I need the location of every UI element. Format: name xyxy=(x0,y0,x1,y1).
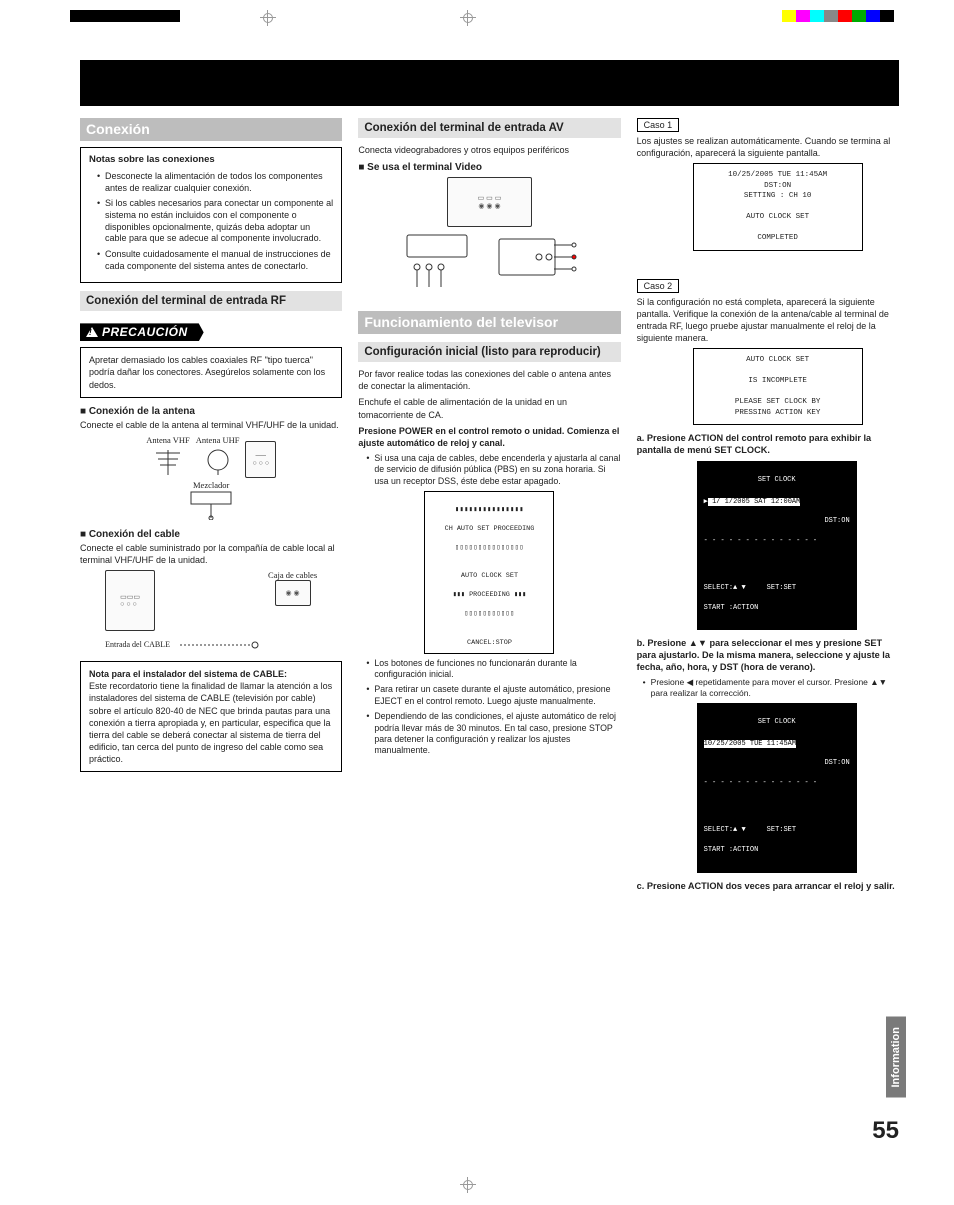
section-conexion: Conexión xyxy=(80,118,342,141)
config-p2: Enchufe el cable de alimentación de la u… xyxy=(358,396,620,420)
video-terminal-heading: Se usa el terminal Video xyxy=(358,162,620,173)
subsection-config: Configuración inicial (listo para reprod… xyxy=(358,342,620,362)
osd-incomplete: AUTO CLOCK SET IS INCOMPLETE PLEASE SET … xyxy=(693,348,863,425)
step-b-sub: Presione ◀ repetidamente para mover el c… xyxy=(637,677,899,699)
section-funcionamiento: Funcionamiento del televisor xyxy=(358,311,620,334)
print-registration-top xyxy=(0,8,954,28)
step-a: a. Presione ACTION del control remoto pa… xyxy=(637,433,899,457)
cable-body: Conecte el cable suministrado por la com… xyxy=(80,542,342,566)
notas-box: Notas sobre las conexiones Desconecte la… xyxy=(80,147,342,283)
print-registration-bottom xyxy=(0,1177,954,1197)
nota-item: Si los cables necesarios para conectar u… xyxy=(97,198,333,245)
config-note: Para retirar un casete durante el ajuste… xyxy=(366,684,620,707)
antenna-heading: Conexión de la antena xyxy=(80,406,342,417)
antenna-body: Conecte el cable de la antena al termina… xyxy=(80,419,342,431)
caution-body: Apretar demasiado los cables coaxiales R… xyxy=(80,347,342,397)
page-number: 55 xyxy=(872,1117,899,1145)
case-2-label: Caso 2 xyxy=(637,279,680,293)
config-note: Dependiendo de las condiciones, el ajust… xyxy=(366,711,620,757)
side-tab-information: Information xyxy=(886,1017,906,1098)
installer-note: Nota para el instalador del sistema de C… xyxy=(80,661,342,772)
nota-item: Consulte cuidadosamente el manual de ins… xyxy=(97,249,333,272)
case-2-body: Si la configuración no está completa, ap… xyxy=(637,296,899,345)
cable-heading: Conexión del cable xyxy=(80,529,342,540)
subsection-rf: Conexión del terminal de entrada RF xyxy=(80,291,342,311)
step-b: b. Presione ▲▼ para seleccionar el mes y… xyxy=(637,638,899,674)
antenna-diagram: Antena VHF Antena UHF ⎯⎯⎯○ ○ ○ Mezclador xyxy=(80,435,342,523)
step-c: c. Presione ACTION dos veces para arranc… xyxy=(637,881,899,893)
subsection-av: Conexión del terminal de entrada AV xyxy=(358,118,620,138)
config-p1: Por favor realice todas las conexiones d… xyxy=(358,368,620,392)
osd-auto-proceeding: ▮▮▮▮▮▮▮▮▮▮▮▮▮▮▮ CH AUTO SET PROCEEDING ▯… xyxy=(424,491,554,653)
osd-completed: 10/25/2005 TUE 11:45AM DST:ON SETTING : … xyxy=(693,163,863,251)
osd-set-clock-b: SET CLOCK 10/25/2005 TUE 11:45AM DST:ON … xyxy=(697,703,857,872)
case-1-body: Los ajustes se realizan automáticamente.… xyxy=(637,135,899,159)
config-note: Si usa una caja de cables, debe encender… xyxy=(366,453,620,487)
caution-badge: PRECAUCIÓN xyxy=(80,323,204,341)
color-swatches xyxy=(782,10,894,22)
case-1-label: Caso 1 xyxy=(637,118,680,132)
av-body: Conecta videograbadores y otros equipos … xyxy=(358,144,620,156)
page-header-bar xyxy=(80,60,899,106)
cable-diagram: ▭▭▭○ ○ ○ Entrada del CABLE Caja de cable… xyxy=(80,570,342,655)
nota-item: Desconecte la alimentación de todos los … xyxy=(97,171,333,194)
config-p3: Presione POWER en el control remoto o un… xyxy=(358,425,620,449)
config-note: Los botones de funciones no funcionarán … xyxy=(366,658,620,681)
osd-set-clock-a: SET CLOCK ▶ 1/ 1/2005 SAT 12:00AM DST:ON… xyxy=(697,461,857,630)
av-diagram: ▭ ▭ ▭◉ ◉ ◉ xyxy=(358,177,620,297)
